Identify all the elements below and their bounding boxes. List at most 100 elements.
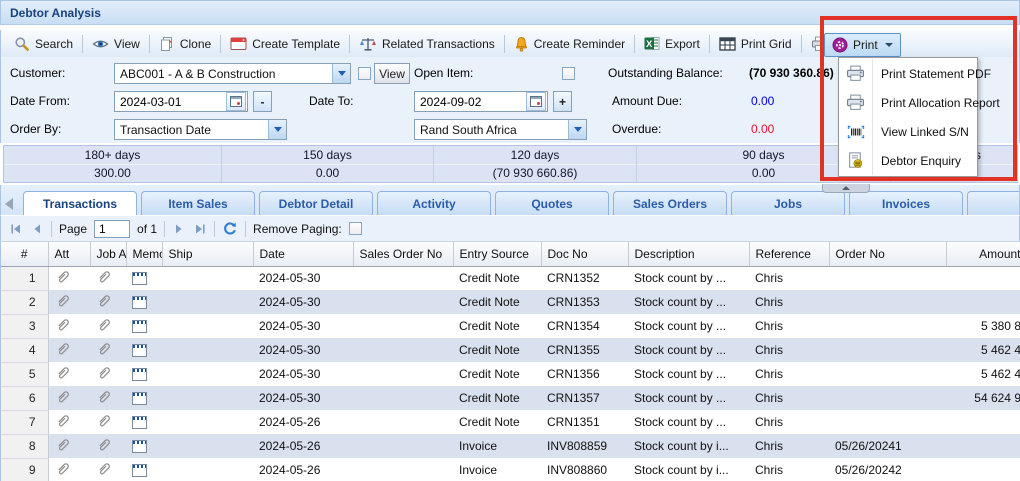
toolbar-button-print-grid[interactable]: Print Grid: [712, 34, 799, 54]
paperclip-icon[interactable]: [96, 437, 112, 456]
memo-icon[interactable]: [132, 320, 147, 333]
paperclip-icon[interactable]: [96, 461, 112, 480]
memo-icon[interactable]: [132, 392, 147, 405]
date-from-input[interactable]: [115, 94, 226, 110]
currency-combo-button[interactable]: [568, 120, 586, 139]
paperclip-icon[interactable]: [55, 365, 71, 384]
order-by-combo[interactable]: Transaction Date: [114, 119, 287, 140]
column-header-doc-no[interactable]: Doc No: [541, 242, 628, 266]
date-to-field[interactable]: [414, 91, 548, 112]
customer-combo[interactable]: ABC001 - A & B Construction: [114, 63, 351, 84]
memo-icon[interactable]: [132, 416, 147, 429]
paperclip-icon[interactable]: [96, 365, 112, 384]
tab-activity[interactable]: Activity: [377, 191, 491, 215]
open-item-checkbox[interactable]: [562, 67, 575, 80]
paperclip-icon[interactable]: [55, 389, 71, 408]
currency-combo[interactable]: Rand South Africa: [414, 119, 587, 140]
table-row[interactable]: 52024-05-30Credit NoteCRN1356Stock count…: [1, 362, 1020, 386]
toolbar-button-export[interactable]: XExport: [637, 33, 707, 54]
memo-icon[interactable]: [132, 440, 147, 453]
customer-combo-button[interactable]: [332, 64, 350, 83]
toolbar-button-search[interactable]: Search: [7, 33, 80, 55]
plus-label: +: [559, 95, 566, 109]
toolbar-button-related-transactions[interactable]: Related Transactions: [352, 33, 502, 55]
first-page-button[interactable]: [9, 222, 23, 236]
tab-jobs[interactable]: Jobs: [731, 191, 845, 215]
memo-icon[interactable]: [132, 368, 147, 381]
column-header-ship[interactable]: Ship: [162, 242, 253, 266]
toolbar-button-view[interactable]: View: [85, 34, 147, 54]
paperclip-icon[interactable]: [96, 389, 112, 408]
table-row[interactable]: 32024-05-30Credit NoteCRN1354Stock count…: [1, 314, 1020, 338]
memo-icon[interactable]: [132, 272, 147, 285]
paperclip-icon[interactable]: [55, 437, 71, 456]
date-from-minus-button[interactable]: -: [253, 91, 272, 112]
toolbar-button-clone[interactable]: Clone: [152, 33, 218, 55]
table-row[interactable]: 42024-05-30Credit NoteCRN1355Stock count…: [1, 338, 1020, 362]
page-number-input[interactable]: [94, 220, 130, 238]
column-header-memo[interactable]: Memo: [126, 242, 162, 266]
paperclip-icon[interactable]: [55, 341, 71, 360]
table-row[interactable]: 62024-05-30Credit NoteCRN1357Stock count…: [1, 386, 1020, 410]
column-header-job-att[interactable]: Job Att: [90, 242, 126, 266]
remove-paging-checkbox[interactable]: [349, 222, 362, 235]
memo-icon[interactable]: [132, 464, 147, 477]
table-row[interactable]: 12024-05-30Credit NoteCRN1352Stock count…: [1, 266, 1020, 290]
menu-item-print-statement-pdf[interactable]: Print Statement PDF: [839, 59, 977, 88]
memo-icon[interactable]: [132, 296, 147, 309]
column-header-entry-source[interactable]: Entry Source: [453, 242, 541, 266]
previous-page-button[interactable]: [30, 222, 44, 236]
table-row[interactable]: 82024-05-26InvoiceINV808859Stock count b…: [1, 434, 1020, 458]
date-to-input[interactable]: [415, 94, 526, 110]
tab-scroll-left-icon[interactable]: [5, 198, 13, 210]
paperclip-icon[interactable]: [55, 461, 71, 480]
paperclip-icon[interactable]: [55, 293, 71, 312]
tab-debtor-detail[interactable]: Debtor Detail: [259, 191, 373, 215]
column-header-sales-order-no[interactable]: Sales Order No: [353, 242, 453, 266]
toolbar-button-create-reminder[interactable]: Create Reminder: [507, 33, 632, 55]
column-header-date[interactable]: Date: [253, 242, 353, 266]
menu-item-print-allocation-report[interactable]: Print Allocation Report: [839, 88, 977, 117]
tab-transactions[interactable]: Transactions: [23, 191, 137, 215]
column-header-amount[interactable]: Amount: [946, 242, 1020, 266]
column-header-reference[interactable]: Reference: [749, 242, 829, 266]
menu-item-view-linked-s-n[interactable]: View Linked S/N: [839, 117, 977, 146]
date-from-field[interactable]: [114, 91, 248, 112]
refresh-icon[interactable]: [222, 221, 238, 237]
paperclip-icon[interactable]: [55, 413, 71, 432]
paperclip-icon[interactable]: [55, 269, 71, 288]
paperclip-icon[interactable]: [96, 341, 112, 360]
tab-invoices[interactable]: Invoices: [849, 191, 963, 215]
tab-item-sales[interactable]: Item Sales: [141, 191, 255, 215]
column-header-att[interactable]: Att: [48, 242, 90, 266]
view-customer-button[interactable]: View: [374, 63, 410, 84]
last-page-button[interactable]: [193, 222, 207, 236]
customer-checkbox[interactable]: [358, 67, 371, 80]
table-row[interactable]: 72024-05-26Credit NoteCRN1351Stock count…: [1, 410, 1020, 434]
column-header-description[interactable]: Description: [628, 242, 749, 266]
table-row[interactable]: 22024-05-30Credit NoteCRN1353Stock count…: [1, 290, 1020, 314]
column-header-order-no[interactable]: Order No: [829, 242, 946, 266]
date-to-plus-button[interactable]: +: [553, 91, 572, 112]
tab-partial[interactable]: [967, 191, 1019, 215]
entry-source-cell: Credit Note: [453, 266, 541, 290]
menu-item-debtor-enquiry[interactable]: Debtor Enquiry: [839, 146, 977, 175]
paperclip-icon[interactable]: [96, 413, 112, 432]
paperclip-icon[interactable]: [55, 317, 71, 336]
panel-collapse-handle[interactable]: [822, 184, 870, 193]
print-dropdown-button[interactable]: Print: [824, 33, 901, 57]
table-row[interactable]: 92024-05-26InvoiceINV808860Stock count b…: [1, 458, 1020, 481]
toolbar-button-create-template[interactable]: Create Template: [223, 33, 347, 54]
date-from-calendar-button[interactable]: [226, 92, 246, 111]
next-page-button[interactable]: [172, 222, 186, 236]
date-to-calendar-button[interactable]: [526, 92, 546, 111]
paperclip-icon[interactable]: [96, 269, 112, 288]
tab-quotes[interactable]: Quotes: [495, 191, 609, 215]
paperclip-icon[interactable]: [96, 293, 112, 312]
order-by-combo-button[interactable]: [268, 120, 286, 139]
tab-sales-orders[interactable]: Sales Orders: [613, 191, 727, 215]
date-cell: 2024-05-30: [253, 266, 353, 290]
memo-icon[interactable]: [132, 344, 147, 357]
column-header-num[interactable]: #: [1, 242, 48, 266]
paperclip-icon[interactable]: [96, 317, 112, 336]
